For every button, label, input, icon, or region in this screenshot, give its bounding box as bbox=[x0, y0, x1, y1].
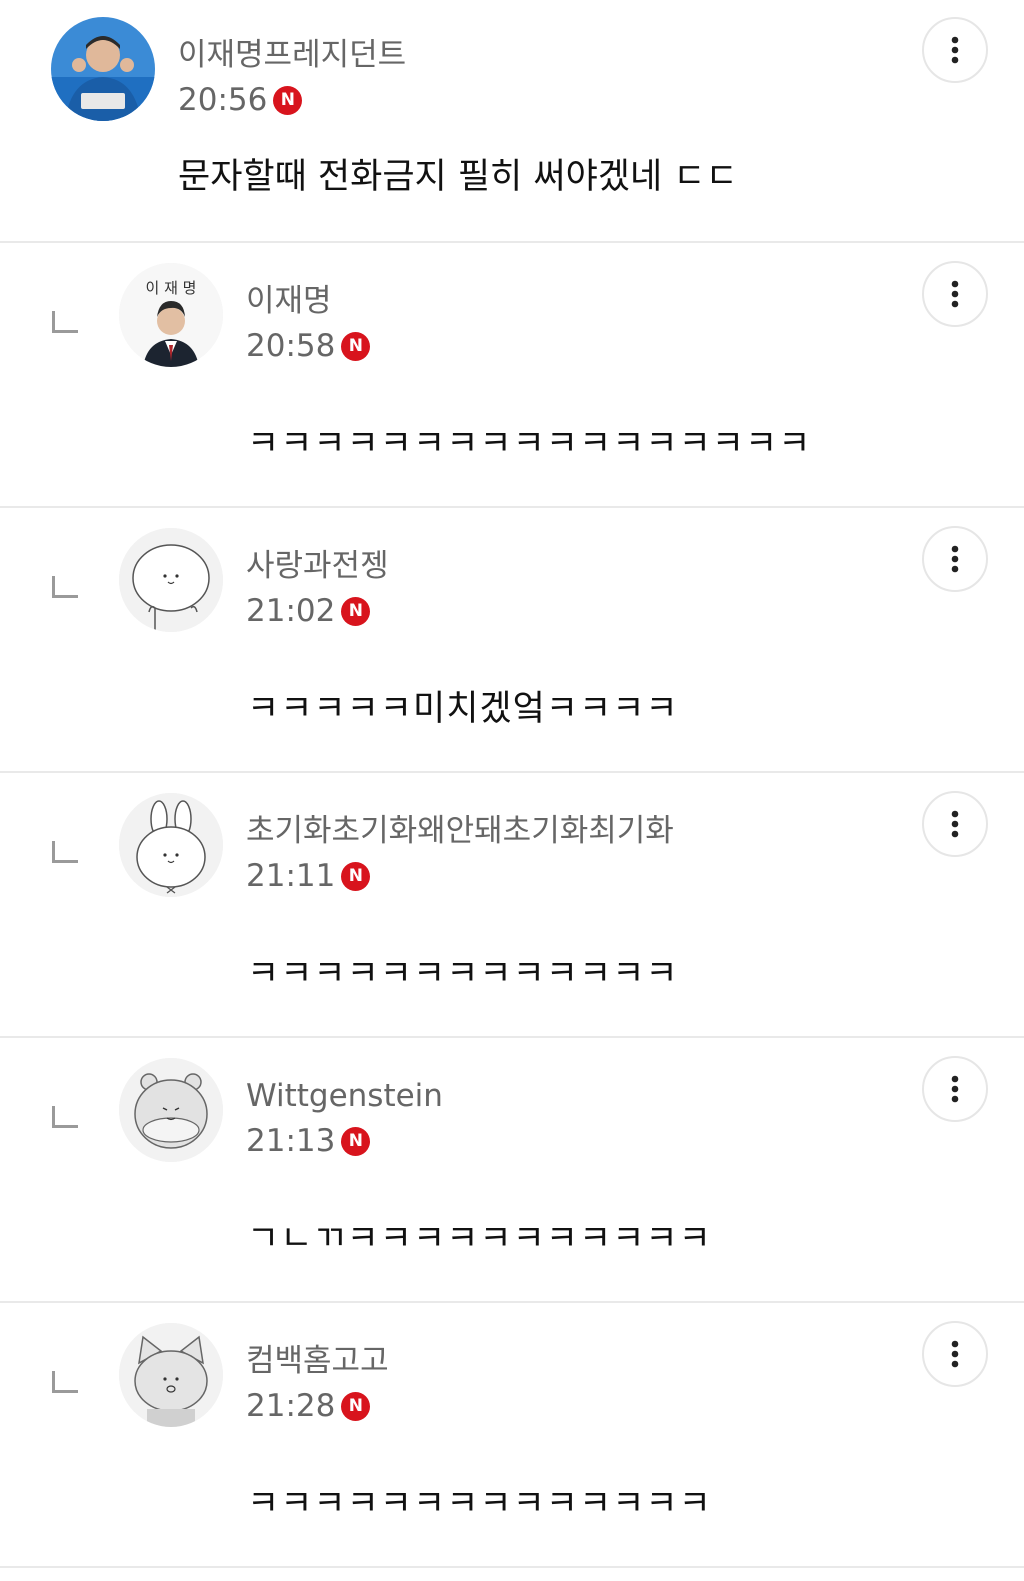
new-badge-icon: N bbox=[273, 85, 303, 115]
author-name[interactable]: Wittgenstein bbox=[246, 1074, 443, 1118]
timestamp: 21:02 bbox=[246, 593, 336, 629]
more-options-button[interactable] bbox=[922, 1321, 988, 1387]
reply-item: Wittgenstein 21:13 N ㄱㄴㄲㅋㅋㅋㅋㅋㅋㅋㅋㅋㅋㅋ bbox=[0, 1038, 1024, 1303]
cat-character-avatar bbox=[119, 1323, 223, 1427]
more-vertical-icon bbox=[951, 810, 959, 838]
blob-character-avatar bbox=[119, 528, 223, 632]
more-vertical-icon bbox=[951, 545, 959, 573]
comment-meta: 이재명 20:58 N bbox=[246, 279, 371, 369]
author-name[interactable]: 컴백홈고고 bbox=[246, 1339, 389, 1383]
comment-meta: 사랑과전젱 21:02 N bbox=[246, 544, 389, 634]
timestamp-row: 21:28 N bbox=[246, 1383, 389, 1429]
comment-text: ㅋㅋㅋㅋㅋㅋㅋㅋㅋㅋㅋㅋㅋㅋ bbox=[247, 1484, 712, 1524]
comment-meta: 이재명프레지던트 20:56 N bbox=[178, 33, 406, 123]
timestamp: 20:56 bbox=[178, 82, 268, 118]
reply-arrow-icon bbox=[52, 311, 78, 333]
reply-arrow-icon bbox=[52, 576, 78, 598]
photo-avatar-blue bbox=[51, 17, 155, 121]
comment-meta: 컴백홈고고 21:28 N bbox=[246, 1339, 389, 1429]
more-options-button[interactable] bbox=[922, 1056, 988, 1122]
new-badge-icon: N bbox=[341, 331, 371, 361]
more-vertical-icon bbox=[951, 1340, 959, 1368]
author-name[interactable]: 사랑과전젱 bbox=[246, 544, 389, 588]
comment-item: 이재명프레지던트 20:56 N 문자할때 전화금지 필히 써야겠네 ㄷㄷ bbox=[0, 0, 1024, 243]
new-badge-icon: N bbox=[341, 1126, 371, 1156]
more-options-button[interactable] bbox=[922, 261, 988, 327]
new-badge-icon: N bbox=[341, 1391, 371, 1421]
reply-arrow-icon bbox=[52, 841, 78, 863]
avatar[interactable] bbox=[119, 528, 223, 632]
author-name[interactable]: 이재명 bbox=[246, 279, 370, 323]
avatar[interactable] bbox=[51, 17, 155, 121]
comment-text: 문자할때 전화금지 필히 써야겠네 ㄷㄷ bbox=[178, 157, 738, 197]
reply-item: 컴백홈고고 21:28 N ㅋㅋㅋㅋㅋㅋㅋㅋㅋㅋㅋㅋㅋㅋ bbox=[0, 1303, 1024, 1568]
new-badge-icon: N bbox=[341, 596, 371, 626]
timestamp-row: 21:11 N bbox=[246, 853, 674, 899]
comment-meta: Wittgenstein 21:13 N bbox=[246, 1074, 443, 1164]
reply-arrow-icon bbox=[52, 1371, 78, 1393]
author-name[interactable]: 초기화초기화왜안돼초기화최기화 bbox=[246, 809, 674, 853]
bear-character-avatar bbox=[119, 1058, 223, 1162]
more-vertical-icon bbox=[951, 36, 959, 64]
reply-item: 사랑과전젱 21:02 N ㅋㅋㅋㅋㅋ미치겠엌ㅋㅋㅋㅋ bbox=[0, 508, 1024, 773]
new-badge-icon: N bbox=[341, 861, 371, 891]
avatar-caption: 이 재 명 bbox=[146, 279, 197, 297]
comment-text: ㅋㅋㅋㅋㅋ미치겠엌ㅋㅋㅋㅋ bbox=[247, 689, 679, 729]
timestamp-row: 20:56 N bbox=[178, 77, 406, 123]
rabbit-character-avatar bbox=[119, 793, 223, 897]
more-options-button[interactable] bbox=[922, 526, 988, 592]
comment-text: ㅋㅋㅋㅋㅋㅋㅋㅋㅋㅋㅋㅋㅋㅋㅋㅋㅋ bbox=[247, 424, 812, 464]
timestamp-row: 20:58 N bbox=[246, 323, 371, 369]
comment-text: ㄱㄴㄲㅋㅋㅋㅋㅋㅋㅋㅋㅋㅋㅋ bbox=[247, 1219, 712, 1259]
more-options-button[interactable] bbox=[922, 791, 988, 857]
reply-item: 초기화초기화왜안돼초기화최기화 21:11 N ㅋㅋㅋㅋㅋㅋㅋㅋㅋㅋㅋㅋㅋ bbox=[0, 773, 1024, 1038]
avatar[interactable]: 이 재 명 bbox=[119, 263, 223, 367]
author-name[interactable]: 이재명프레지던트 bbox=[178, 33, 406, 77]
avatar[interactable] bbox=[119, 793, 223, 897]
timestamp: 20:58 bbox=[246, 328, 336, 364]
comment-text: ㅋㅋㅋㅋㅋㅋㅋㅋㅋㅋㅋㅋㅋ bbox=[247, 954, 679, 994]
comment-meta: 초기화초기화왜안돼초기화최기화 21:11 N bbox=[246, 809, 674, 899]
timestamp: 21:11 bbox=[246, 858, 336, 894]
reply-arrow-icon bbox=[52, 1106, 78, 1128]
timestamp-row: 21:02 N bbox=[246, 588, 389, 634]
more-options-button[interactable] bbox=[922, 17, 988, 83]
reply-item: 이 재 명 이재명 20:58 N ㅋㅋㅋㅋㅋㅋㅋㅋㅋㅋㅋㅋㅋㅋㅋㅋㅋ bbox=[0, 243, 1024, 508]
portrait-avatar: 이 재 명 bbox=[119, 263, 223, 367]
avatar[interactable] bbox=[119, 1323, 223, 1427]
timestamp-row: 21:13 N bbox=[246, 1118, 443, 1164]
more-vertical-icon bbox=[951, 280, 959, 308]
more-vertical-icon bbox=[951, 1075, 959, 1103]
avatar[interactable] bbox=[119, 1058, 223, 1162]
timestamp: 21:13 bbox=[246, 1123, 336, 1159]
timestamp: 21:28 bbox=[246, 1388, 336, 1424]
